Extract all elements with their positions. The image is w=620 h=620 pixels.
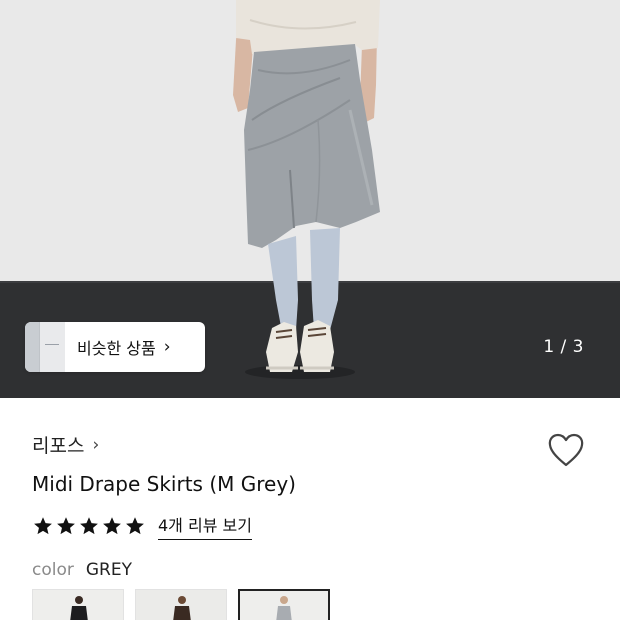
star-icon [57,517,75,535]
product-image-carousel[interactable]: 비슷한 상품 › 1 / 3 [0,0,620,398]
star-icon [126,517,144,535]
swatch-grey[interactable] [238,589,330,620]
image-page-indicator: 1 / 3 [543,337,584,357]
rating-row: 4개 리뷰 보기 [32,512,252,540]
product-title: Midi Drape Skirts (M Grey) [32,472,296,496]
swatch-black[interactable] [32,589,124,620]
star-icon [34,517,52,535]
heart-outline-icon [548,433,584,467]
like-button[interactable] [547,432,585,468]
brand-name: 리포스 [32,435,85,457]
chevron-right-icon: › [92,434,100,455]
color-swatches [32,589,330,620]
reviews-link[interactable]: 4개 리뷰 보기 [158,512,252,540]
color-row: color GREY [32,560,132,580]
color-value: GREY [85,560,132,580]
similar-products-button[interactable]: 비슷한 상품 › [25,322,205,372]
color-label: color [32,560,74,580]
swatch-brown[interactable] [135,589,227,620]
similar-products-label: 비슷한 상품 [77,339,156,358]
brand-link[interactable]: 리포스 › [32,431,99,458]
similar-products-thumbnails [25,322,65,372]
rating-stars [32,515,146,537]
star-icon [103,517,121,535]
star-icon [80,517,98,535]
chevron-right-icon: › [163,337,171,357]
